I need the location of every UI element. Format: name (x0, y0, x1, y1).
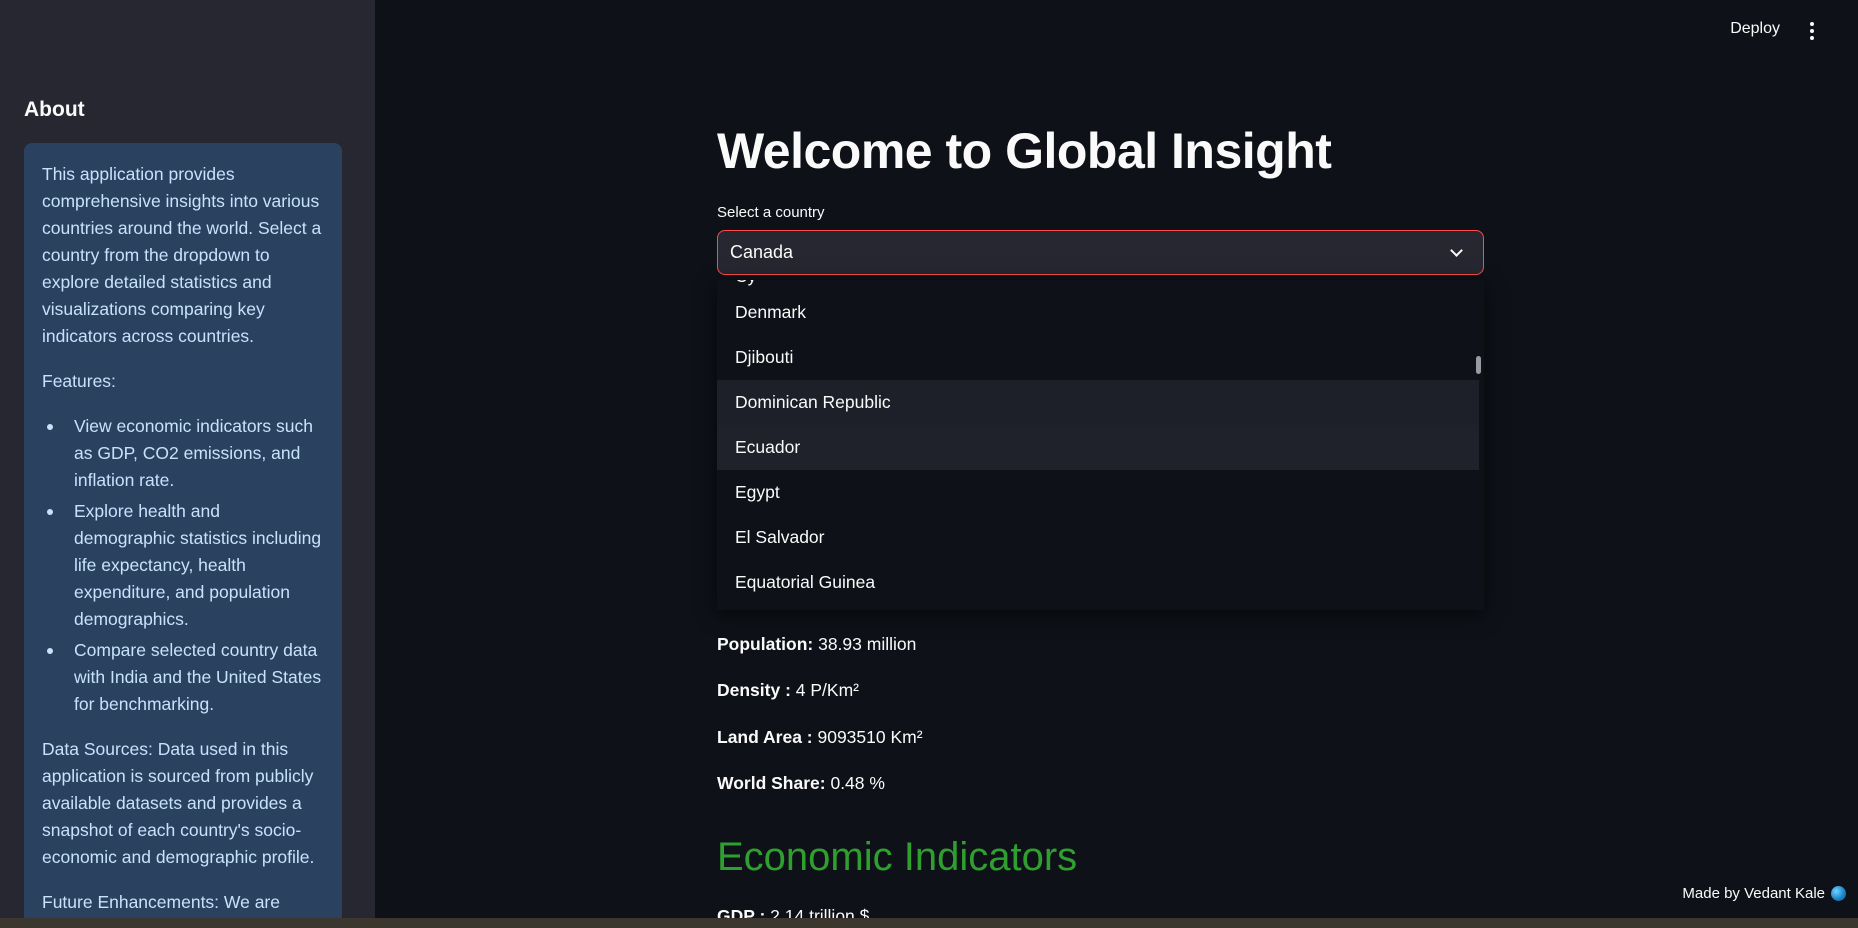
density-stat: Density : 4 P/Km² (717, 680, 859, 701)
sidebar-title: About (24, 98, 85, 121)
population-value: 38.93 million (813, 634, 917, 654)
world-share-value: 0.48 % (825, 773, 885, 793)
globe-icon (1831, 886, 1846, 901)
country-select-label: Select a country (717, 204, 825, 221)
feature-item: Explore health and demographic statistic… (42, 498, 324, 633)
future-enhancements-text: Future Enhancements: We are continuously… (42, 892, 280, 912)
feature-item: View economic indicators such as GDP, CO… (42, 413, 324, 494)
land-area-stat: Land Area : 9093510 Km² (717, 727, 923, 748)
dropdown-option[interactable]: Equatorial Guinea (717, 560, 1479, 605)
population-stat: Population: 38.93 million (717, 634, 916, 655)
world-share-label: World Share: (717, 773, 826, 793)
economic-indicators-heading: Economic Indicators (717, 835, 1078, 879)
main-area: Deploy Welcome to Global Insight Select … (375, 0, 1858, 918)
country-dropdown-list[interactable]: Cy Denmark Djibouti Dominican Republic E… (717, 280, 1484, 610)
footer-credit: Made by Vedant Kale (1682, 885, 1846, 902)
about-intro: This application provides comprehensive … (42, 164, 322, 346)
density-label: Density : (717, 680, 791, 700)
features-list: View economic indicators such as GDP, CO… (42, 413, 324, 718)
dropdown-option[interactable]: Dominican Republic (717, 380, 1479, 425)
density-value: 4 P/Km² (790, 680, 859, 700)
data-sources-text: Data Sources: Data used in this applicat… (42, 739, 315, 867)
window-bottom-edge (0, 918, 1858, 928)
population-label: Population: (717, 634, 814, 654)
world-share-stat: World Share: 0.48 % (717, 773, 885, 794)
dropdown-option[interactable]: Denmark (717, 290, 1479, 335)
about-info-box: This application provides comprehensive … (24, 143, 342, 918)
gdp-value: 2.14 trillion $ (765, 906, 870, 918)
gdp-label: GDP : (717, 906, 766, 918)
dropdown-scrollbar[interactable] (1476, 356, 1481, 374)
dropdown-option[interactable]: Ecuador (717, 425, 1479, 470)
land-area-value: 9093510 Km² (812, 727, 923, 747)
page-title: Welcome to Global Insight (717, 123, 1332, 179)
dropdown-option[interactable]: Djibouti (717, 335, 1479, 380)
deploy-button[interactable]: Deploy (1730, 20, 1780, 38)
footer-credit-text: Made by Vedant Kale (1682, 885, 1825, 902)
country-select[interactable]: Canada (717, 230, 1484, 275)
features-heading: Features: (42, 371, 116, 391)
dropdown-option[interactable]: El Salvador (717, 515, 1479, 560)
sidebar: About This application provides comprehe… (0, 0, 375, 918)
country-select-value: Canada (730, 242, 794, 262)
dropdown-option[interactable]: Egypt (717, 470, 1479, 515)
gdp-stat: GDP : 2.14 trillion $ (717, 906, 869, 918)
chevron-down-icon (1450, 243, 1463, 257)
feature-item: Compare selected country data with India… (42, 637, 324, 718)
more-options-icon[interactable] (1802, 18, 1822, 44)
dropdown-partial-option: Cy (735, 280, 756, 286)
land-area-label: Land Area : (717, 727, 813, 747)
